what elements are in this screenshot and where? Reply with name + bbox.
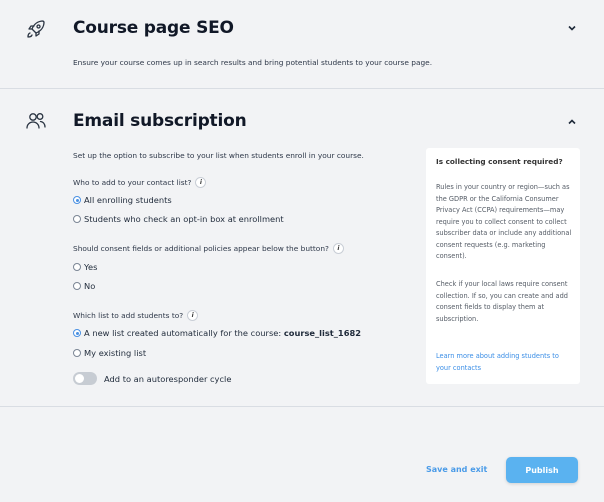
radio-existing-list[interactable]: My existing list bbox=[73, 348, 146, 358]
radio-button[interactable] bbox=[73, 282, 81, 290]
seo-description: Ensure your course comes up in search re… bbox=[73, 58, 433, 67]
autoresponder-label: Add to an autoresponder cycle bbox=[104, 374, 232, 384]
radio-opt-in[interactable]: Students who check an opt-in box at enro… bbox=[73, 214, 284, 224]
autoresponder-toggle[interactable] bbox=[73, 372, 97, 385]
radio-button[interactable] bbox=[73, 329, 81, 337]
info-icon[interactable]: i bbox=[332, 243, 344, 254]
seo-title[interactable]: Course page SEO bbox=[73, 18, 234, 38]
publish-button[interactable]: Publish bbox=[506, 457, 578, 483]
list-question: Which list to add students to? i bbox=[73, 310, 199, 321]
radio-consent-no[interactable]: No bbox=[73, 281, 95, 291]
radio-all-enrolling[interactable]: All enrolling students bbox=[73, 195, 172, 205]
info-panel-paragraph: Rules in your country or region—such as … bbox=[436, 183, 572, 260]
save-and-exit-button[interactable]: Save and exit bbox=[426, 465, 487, 474]
seo-section: Course page SEO Ensure your course comes… bbox=[0, 0, 604, 89]
email-title[interactable]: Email subscription bbox=[73, 111, 247, 131]
radio-label: My existing list bbox=[84, 348, 147, 358]
question-label: Should consent fields or additional poli… bbox=[73, 244, 329, 253]
radio-button[interactable] bbox=[73, 215, 81, 223]
info-icon[interactable]: i bbox=[187, 310, 199, 321]
question-label: Who to add to your contact list? bbox=[73, 178, 192, 187]
radio-button[interactable] bbox=[73, 349, 81, 357]
radio-label: No bbox=[84, 281, 96, 291]
radio-label: Yes bbox=[84, 262, 98, 272]
question-label: Which list to add students to? bbox=[73, 311, 184, 320]
radio-button[interactable] bbox=[73, 196, 81, 204]
chevron-down-icon[interactable] bbox=[566, 22, 578, 34]
list-name: course_list_1682 bbox=[283, 328, 362, 338]
info-panel-paragraph: Check if your local laws require consent… bbox=[436, 280, 568, 323]
consent-info-panel: Is collecting consent required? Rules in… bbox=[426, 148, 580, 384]
chevron-up-icon[interactable] bbox=[566, 116, 578, 128]
radio-label-prefix: A new list created automatically for the… bbox=[84, 328, 284, 338]
radio-label: All enrolling students bbox=[84, 195, 172, 205]
consent-question: Should consent fields or additional poli… bbox=[73, 243, 344, 254]
info-icon[interactable]: i bbox=[195, 177, 207, 188]
contact-list-question: Who to add to your contact list? i bbox=[73, 177, 207, 188]
radio-consent-yes[interactable]: Yes bbox=[73, 262, 97, 272]
learn-more-link[interactable]: Learn more about adding students to your… bbox=[436, 350, 574, 374]
radio-label: A new list created automatically for the… bbox=[84, 328, 361, 338]
radio-new-list[interactable]: A new list created automatically for the… bbox=[73, 328, 361, 338]
people-icon bbox=[26, 113, 46, 129]
rocket-icon bbox=[27, 20, 45, 38]
email-description: Set up the option to subscribe to your l… bbox=[73, 151, 364, 160]
radio-label: Students who check an opt-in box at enro… bbox=[84, 214, 284, 224]
info-panel-title: Is collecting consent required? bbox=[436, 157, 563, 166]
radio-button[interactable] bbox=[73, 263, 81, 271]
